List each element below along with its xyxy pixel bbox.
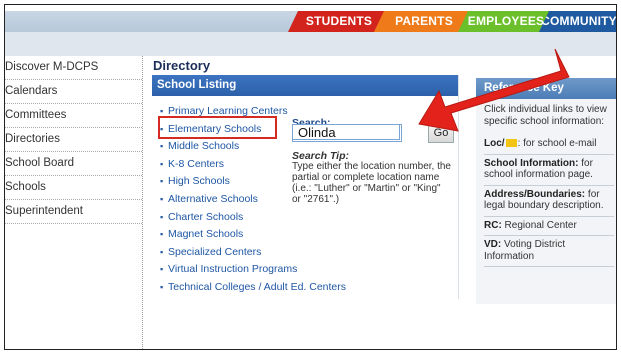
link-label: Magnet Schools — [168, 228, 244, 241]
link-magnet-schools[interactable]: ▪ Magnet Schools — [160, 226, 346, 244]
bullet-icon: ▪ — [160, 211, 164, 222]
bullet-icon: ▪ — [160, 158, 164, 169]
reference-row-email: Loc/: for school e-mail — [484, 135, 614, 155]
bullet-icon: ▪ — [160, 246, 164, 257]
bullet-icon: ▪ — [160, 264, 164, 275]
sidebar-item-label: School Board — [5, 157, 75, 169]
link-label: Specialized Centers — [168, 245, 262, 258]
highlight-annotation-box — [158, 116, 277, 139]
bullet-icon: ▪ — [160, 193, 164, 204]
sidebar-item-label: Directories — [5, 133, 60, 145]
bullet-icon: ▪ — [160, 281, 164, 292]
link-label: K-8 Centers — [168, 157, 225, 170]
tab-community[interactable]: COMMUNITY — [539, 11, 616, 32]
sidebar: Discover M-DCPS Calendars Committees Dir… — [5, 56, 143, 349]
link-label: Technical Colleges / Adult Ed. Centers — [168, 280, 347, 293]
reference-term: Address/Boundaries: — [484, 188, 586, 200]
sidebar-item-label: Schools — [5, 181, 46, 193]
bullet-icon: ▪ — [160, 176, 164, 187]
reference-desc: Regional Center — [501, 219, 577, 231]
reference-row-vd: VD: Voting District Information — [484, 236, 614, 267]
link-charter-schools[interactable]: ▪ Charter Schools — [160, 209, 346, 227]
sidebar-item-calendars[interactable]: Calendars — [5, 80, 142, 104]
link-specialized-centers[interactable]: ▪ Specialized Centers — [160, 244, 346, 262]
reference-desc: for school e-mail — [520, 138, 597, 149]
page-frame: STUDENTS PARENTS EMPLOYEES COMMUNITY Dis… — [4, 4, 617, 350]
tab-students[interactable]: STUDENTS — [288, 11, 390, 32]
tab-parents[interactable]: PARENTS — [374, 11, 474, 32]
sidebar-item-directories[interactable]: Directories — [5, 128, 142, 152]
sidebar-item-label: Superintendent — [5, 205, 84, 217]
link-virtual-instruction[interactable]: ▪ Virtual Instruction Programs — [160, 261, 346, 279]
reference-term: RC: — [484, 219, 502, 231]
search-input[interactable] — [292, 124, 400, 140]
link-label: Virtual Instruction Programs — [168, 263, 298, 276]
reference-row-rc: RC: Regional Center — [484, 217, 614, 236]
sidebar-item-committees[interactable]: Committees — [5, 104, 142, 128]
sidebar-item-schools[interactable]: Schools — [5, 176, 142, 200]
sidebar-item-label: Discover M-DCPS — [5, 61, 99, 73]
sidebar-item-discover[interactable]: Discover M-DCPS — [5, 56, 142, 80]
reference-row-address: Address/Boundaries: for legal boundary d… — [484, 186, 614, 217]
sidebar-item-superintendent[interactable]: Superintendent — [5, 200, 142, 224]
bullet-icon: ▪ — [160, 141, 164, 152]
reference-term: School Information: — [484, 157, 579, 169]
tab-employees[interactable]: EMPLOYEES — [458, 11, 554, 32]
search-tip-text: Type either the location number, the par… — [292, 161, 451, 205]
reference-row-school-info: School Information: for school informati… — [484, 155, 614, 186]
red-arrow-icon — [418, 48, 570, 132]
sidebar-item-label: Calendars — [5, 85, 58, 97]
link-label: Middle Schools — [168, 140, 240, 153]
link-label: Charter Schools — [168, 210, 244, 223]
sidebar-item-school-board[interactable]: School Board — [5, 152, 142, 176]
sidebar-item-label: Committees — [5, 109, 67, 121]
reference-term: VD: — [484, 239, 502, 250]
link-label: High Schools — [168, 175, 230, 188]
link-label: Alternative Schools — [168, 192, 258, 205]
reference-term: Loc/ — [484, 138, 505, 149]
page-title: Directory — [153, 58, 211, 73]
bullet-icon: ▪ — [160, 229, 164, 240]
email-icon — [505, 139, 517, 148]
link-technical-colleges[interactable]: ▪ Technical Colleges / Adult Ed. Centers — [160, 279, 346, 297]
